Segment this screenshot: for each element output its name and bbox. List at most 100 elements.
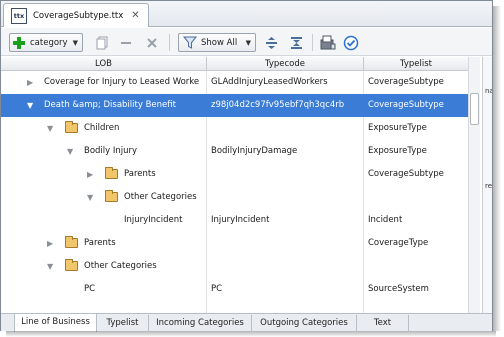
table-row[interactable]: ▼ Other Categories xyxy=(1,186,468,209)
expand-arrow-icon[interactable]: ▼ xyxy=(47,255,53,278)
row-typelist: CoverageSubtype xyxy=(368,169,444,179)
minus-icon xyxy=(121,41,131,44)
folder-icon xyxy=(65,259,78,271)
side-panel: na re xyxy=(482,57,492,313)
row-typelist: ExposureType xyxy=(368,123,427,133)
editor-window: ttx CoverageSubtype.ttx ✕ category ▼ Sho… xyxy=(0,0,493,332)
tab-incoming-categories[interactable]: Incoming Categories xyxy=(149,315,252,331)
category-tree-table: LOB Typecode Typelist ▶ Coverage for Inju… xyxy=(1,57,468,313)
toolbar-separator xyxy=(312,34,313,51)
row-typecode xyxy=(211,232,361,255)
filter-label: Show All xyxy=(201,37,238,48)
row-lob-label: Children xyxy=(84,123,120,133)
row-typelist xyxy=(368,255,466,278)
side-panel-text: re xyxy=(485,182,492,190)
tab-typelist[interactable]: Typelist xyxy=(97,315,149,331)
table-row[interactable]: ▶ Parents CoverageSubtype xyxy=(1,163,468,186)
window-shadow xyxy=(493,6,501,331)
copy-icon xyxy=(96,36,107,49)
row-typecode xyxy=(211,163,361,186)
delete-button[interactable] xyxy=(144,34,160,51)
scrollbar-thumb[interactable] xyxy=(470,93,479,125)
tab-line-of-business[interactable]: Line of Business xyxy=(14,314,97,332)
window-shadow xyxy=(6,331,496,337)
collapse-arrow-icon[interactable]: ▶ xyxy=(47,232,53,255)
chevron-down-icon[interactable]: ▼ xyxy=(73,39,78,47)
folder-icon xyxy=(105,167,118,179)
row-lob-label: Coverage for Injury to Leased Worke xyxy=(44,77,200,87)
expand-arrow-icon[interactable]: ▼ xyxy=(87,186,93,209)
row-typecode: InjuryIncident xyxy=(211,215,270,225)
row-typecode xyxy=(211,186,361,209)
column-header-typelist[interactable]: Typelist xyxy=(364,57,468,71)
table-row[interactable]: ▼ Death &amp; Disability Benefit z98j04d2c… xyxy=(1,94,468,117)
expand-all-button[interactable] xyxy=(263,34,279,51)
folder-icon xyxy=(65,236,78,248)
category-combo-label: category xyxy=(30,37,68,48)
row-typecode: GLAddInjuryLeasedWorkers xyxy=(211,77,328,87)
row-lob-label: PC xyxy=(84,284,96,294)
expand-all-icon xyxy=(265,36,277,49)
row-lob-label: InjuryIncident xyxy=(124,215,183,225)
row-lob-label: Death &amp; Disability Benefit xyxy=(44,100,176,110)
editor-tab-title: CoverageSubtype.ttx xyxy=(33,10,124,21)
toolbar-separator xyxy=(169,34,170,51)
editor-tab-coveragesubtype[interactable]: ttx CoverageSubtype.ttx ✕ xyxy=(3,3,149,27)
row-lob-label: Other Categories xyxy=(84,261,157,271)
expand-arrow-icon[interactable]: ▼ xyxy=(67,140,73,163)
chevron-down-icon[interactable]: ▼ xyxy=(246,39,251,47)
export-icon xyxy=(320,35,336,50)
check-circle-icon xyxy=(343,35,359,50)
column-header-lob[interactable]: LOB xyxy=(1,57,207,71)
table-row[interactable]: ▶ Parents CoverageType xyxy=(1,232,468,255)
remove-button[interactable] xyxy=(118,34,134,51)
bottom-tab-bar: Line of Business Typelist Incoming Categ… xyxy=(1,313,492,332)
table-header: LOB Typecode Typelist xyxy=(1,57,468,71)
row-typecode xyxy=(211,255,361,278)
row-lob-label: Bodily Injury xyxy=(84,146,138,156)
add-category-combo[interactable]: category ▼ xyxy=(9,33,83,52)
expand-arrow-icon[interactable]: ▼ xyxy=(27,94,33,117)
plus-icon[interactable] xyxy=(13,36,25,49)
column-header-typecode[interactable]: Typecode xyxy=(207,57,364,71)
table-row[interactable]: InjuryIncident InjuryIncident Incident xyxy=(1,209,468,232)
verify-button[interactable] xyxy=(342,34,360,51)
table-row[interactable]: ▼ Children ExposureType xyxy=(1,117,468,140)
row-lob-label: Parents xyxy=(84,238,116,248)
ttx-file-icon: ttx xyxy=(11,7,27,24)
collapse-arrow-icon[interactable]: ▶ xyxy=(87,163,93,186)
export-button[interactable] xyxy=(319,34,337,51)
row-typelist: CoverageSubtype xyxy=(368,77,444,87)
table-row[interactable]: ▼ Other Categories xyxy=(1,255,468,278)
folder-icon xyxy=(65,121,78,133)
row-typelist: ExposureType xyxy=(368,146,427,156)
row-lob-label: Other Categories xyxy=(124,192,197,202)
row-typecode xyxy=(211,117,361,140)
collapse-all-button[interactable] xyxy=(288,34,304,51)
x-icon xyxy=(147,37,157,48)
row-typelist xyxy=(368,186,466,209)
table-row[interactable]: ▶ Coverage for Injury to Leased Worke GLAd… xyxy=(1,71,468,94)
table-row[interactable]: PC PC SourceSystem xyxy=(1,278,468,301)
collapse-all-icon xyxy=(290,36,302,49)
row-typelist: CoverageType xyxy=(368,238,429,248)
row-typelist: Incident xyxy=(368,215,403,225)
row-typecode: z98j04d2c97fv95ebf7qh3qc4rb xyxy=(211,100,345,110)
toolbar: category ▼ Show All ▼ xyxy=(1,28,492,56)
expand-arrow-icon[interactable]: ▼ xyxy=(47,117,53,140)
row-typelist: SourceSystem xyxy=(368,284,429,294)
tab-text[interactable]: Text xyxy=(357,315,409,331)
side-panel-text: na xyxy=(485,87,492,95)
copy-button[interactable] xyxy=(94,34,110,51)
row-typecode: BodilyInjuryDamage xyxy=(211,146,298,156)
close-icon[interactable]: ✕ xyxy=(131,10,139,21)
tab-outgoing-categories[interactable]: Outgoing Categories xyxy=(252,315,357,331)
row-lob-label: Parents xyxy=(124,169,156,179)
row-typecode: PC xyxy=(211,284,223,294)
table-row[interactable]: ▼ Bodily Injury BodilyInjuryDamage Exposure… xyxy=(1,140,468,163)
row-typelist: CoverageSubtype xyxy=(368,100,444,110)
collapse-arrow-icon[interactable]: ▶ xyxy=(27,71,33,94)
editor-tabstrip: ttx CoverageSubtype.ttx ✕ xyxy=(1,1,492,27)
show-all-filter-button[interactable]: Show All ▼ xyxy=(178,33,256,52)
folder-icon xyxy=(105,190,118,202)
